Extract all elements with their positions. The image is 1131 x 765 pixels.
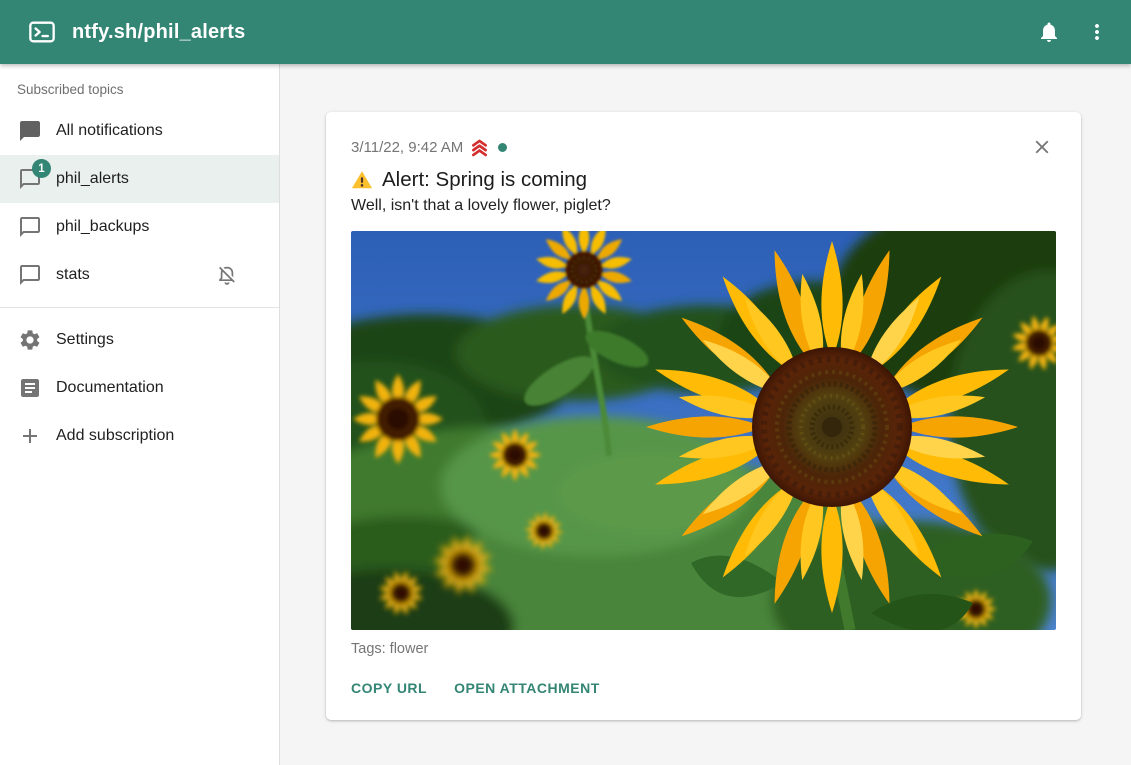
bell-off-icon[interactable] xyxy=(215,263,239,287)
unread-count-badge: 1 xyxy=(32,159,51,178)
page-title: ntfy.sh/phil_alerts xyxy=(72,21,245,44)
sidebar-item-label: stats xyxy=(56,266,90,284)
copy-url-button[interactable]: COPY URL xyxy=(351,678,427,698)
open-attachment-button[interactable]: OPEN ATTACHMENT xyxy=(454,678,600,698)
notification-tags: Tags: flower xyxy=(351,641,1056,657)
plus-icon xyxy=(18,424,42,448)
sidebar-item-label: phil_backups xyxy=(56,218,149,236)
sidebar: Subscribed topics All notifications 1 ph… xyxy=(0,64,280,765)
sidebar-item-settings[interactable]: Settings xyxy=(0,316,279,364)
article-icon xyxy=(18,376,42,400)
app-window: ntfy.sh/phil_alerts Subscribed topics xyxy=(0,0,1131,765)
triple-chevron-up-icon xyxy=(469,137,490,158)
sidebar-item-add-subscription[interactable]: Add subscription xyxy=(0,412,279,460)
sidebar-item-stats[interactable]: stats xyxy=(0,251,279,299)
notification-body: Well, isn't that a lovely flower, piglet… xyxy=(351,197,1056,215)
sidebar-item-phil-backups[interactable]: phil_backups xyxy=(0,203,279,251)
chat-bubble-outline-icon xyxy=(18,215,42,239)
notification-title: Alert: Spring is coming xyxy=(382,168,587,192)
chat-bubble-outline-icon xyxy=(18,263,42,287)
sidebar-item-label: Add subscription xyxy=(56,427,174,445)
sidebar-item-label: phil_alerts xyxy=(56,170,129,188)
close-icon[interactable] xyxy=(1028,133,1056,161)
unread-dot xyxy=(498,143,507,152)
main-area: 3/11/22, 9:42 AM xyxy=(280,64,1131,765)
sidebar-divider xyxy=(0,307,279,308)
notification-timestamp: 3/11/22, 9:42 AM xyxy=(351,139,463,156)
sidebar-item-phil-alerts[interactable]: 1 phil_alerts xyxy=(0,155,279,203)
sidebar-section-label: Subscribed topics xyxy=(0,82,279,107)
notifications-bell-icon[interactable] xyxy=(1029,12,1069,52)
app-bar: ntfy.sh/phil_alerts xyxy=(0,0,1131,64)
gear-icon xyxy=(18,328,42,352)
terminal-icon xyxy=(28,18,56,46)
chat-bubble-outline-icon: 1 xyxy=(18,167,42,191)
kebab-menu-icon[interactable] xyxy=(1077,12,1117,52)
sidebar-item-label: All notifications xyxy=(56,122,163,140)
warning-triangle-icon xyxy=(351,169,373,191)
sidebar-item-label: Settings xyxy=(56,331,114,349)
sidebar-item-documentation[interactable]: Documentation xyxy=(0,364,279,412)
attachment-image[interactable] xyxy=(351,231,1056,630)
chat-bubble-filled-icon xyxy=(18,119,42,143)
sidebar-item-all-notifications[interactable]: All notifications xyxy=(0,107,279,155)
sidebar-item-label: Documentation xyxy=(56,379,164,397)
notification-card: 3/11/22, 9:42 AM xyxy=(326,112,1081,720)
